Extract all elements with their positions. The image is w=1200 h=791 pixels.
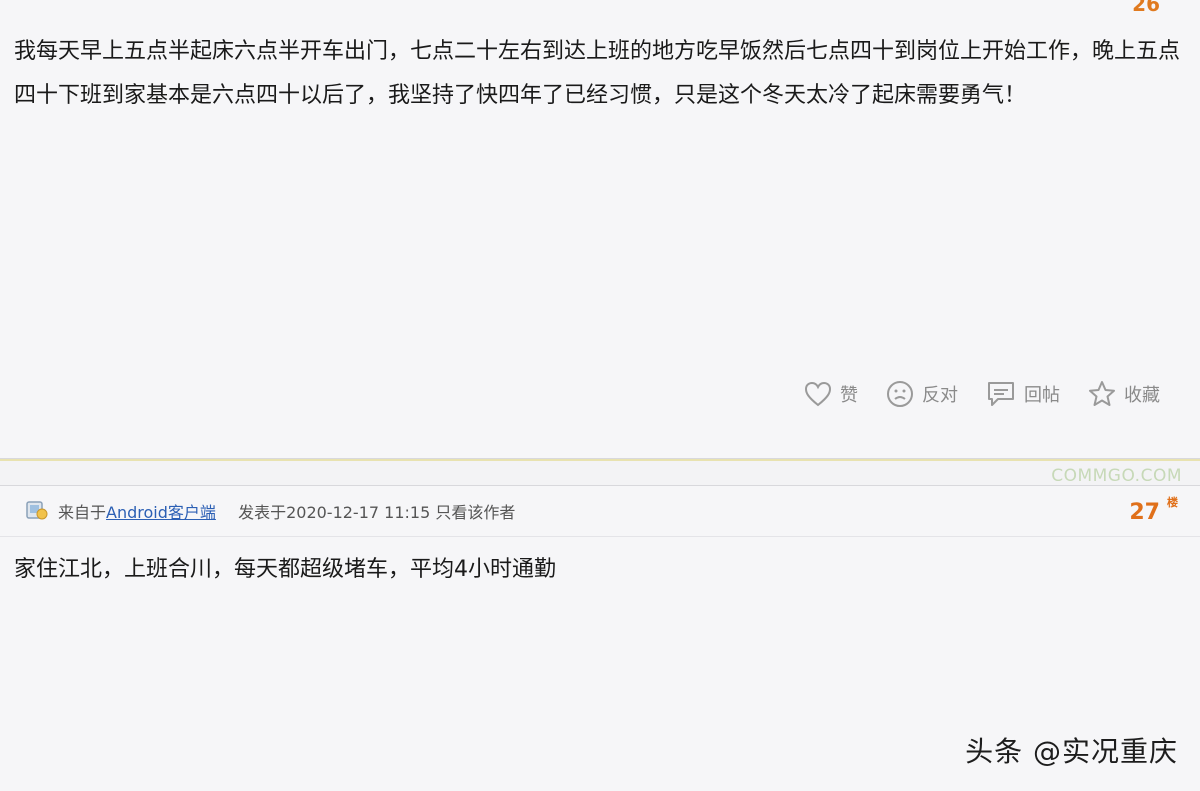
post-meta-bar: 来自于Android客户端 发表于2020-12-17 11:15 只看该作者 … (0, 486, 1200, 537)
frown-icon (887, 381, 913, 407)
like-button[interactable]: 赞 (804, 381, 858, 407)
floor-mark: 楼 (1167, 496, 1178, 509)
comment-icon (988, 382, 1014, 406)
post-body: 家住江北，上班合川，每天都超级堵车，平均4小时通勤 (14, 557, 556, 582)
source-prefix: 来自于 (58, 503, 107, 522)
client-link[interactable]: Android客户端 (106, 503, 216, 522)
like-label: 赞 (840, 385, 858, 406)
post-divider (0, 459, 1200, 461)
post-actions: 赞 反对 回帖 收藏 (804, 380, 1160, 408)
post-timestamp: 发表于2020-12-17 11:15 (238, 503, 431, 522)
favorite-label: 收藏 (1124, 385, 1160, 406)
star-icon (1089, 381, 1115, 406)
footer-watermark: 头条 @实况重庆 (965, 735, 1178, 768)
floor-number: 26 (1132, 0, 1160, 16)
site-watermark: COMMGO.COM (1051, 466, 1182, 486)
reply-post-1: 26 我每天早上五点半起床六点半开车出门，七点二十左右到达上班的地方吃早饭然后七… (0, 0, 1200, 459)
post-meta: 来自于Android客户端 发表于2020-12-17 11:15 只看该作者 (58, 499, 515, 523)
reply-button[interactable]: 回帖 (986, 380, 1060, 408)
author-only-link[interactable]: 只看该作者 (435, 503, 515, 522)
post-body: 我每天早上五点半起床六点半开车出门，七点二十左右到达上班的地方吃早饭然后七点四十… (14, 39, 1181, 108)
favorite-button[interactable]: 收藏 (1088, 380, 1160, 408)
oppose-button[interactable]: 反对 (886, 380, 958, 408)
mobile-client-icon (26, 501, 48, 520)
oppose-label: 反对 (922, 385, 958, 406)
floor-number: 27 (1129, 500, 1160, 525)
reply-label: 回帖 (1024, 385, 1060, 406)
heart-icon (804, 381, 832, 407)
